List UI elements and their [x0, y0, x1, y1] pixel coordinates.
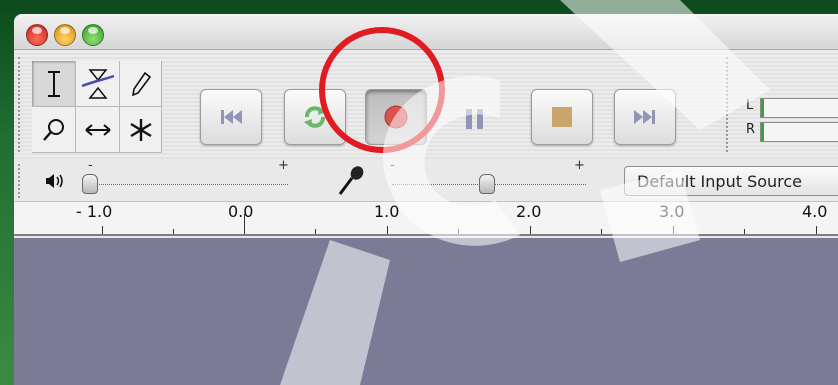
zoom-tool-button[interactable] — [32, 107, 76, 153]
meter-grip[interactable] — [726, 57, 732, 152]
ruler-zero-tick — [244, 214, 245, 234]
ruler-label: 3.0 — [659, 202, 685, 221]
pause-bar-icon — [477, 109, 483, 129]
ruler-label: 4.0 — [802, 202, 828, 221]
timeshift-tool-button[interactable] — [76, 107, 120, 153]
output-volume-track[interactable] — [90, 184, 288, 186]
multi-tool-button[interactable] — [120, 107, 162, 153]
left-channel-label: L — [746, 98, 754, 113]
double-arrow-icon — [84, 123, 111, 136]
left-meter-bar — [760, 98, 838, 118]
ruler-major-tick — [816, 226, 817, 234]
close-window-button[interactable] — [26, 24, 48, 46]
toolbar-grip[interactable] — [18, 57, 24, 152]
right-channel-label: R — [746, 122, 756, 137]
mixer-toolbar: - + - + Default Input Source — [14, 158, 838, 202]
output-volume-icon — [46, 174, 63, 188]
magnifier-icon — [42, 118, 64, 141]
pause-button[interactable] — [466, 109, 496, 129]
output-max-label: + — [278, 158, 289, 173]
input-source-select[interactable]: Default Input Source — [624, 166, 838, 196]
input-volume-slider[interactable] — [479, 174, 495, 194]
ruler-major-tick — [530, 226, 531, 234]
pencil-icon — [131, 71, 151, 96]
skip-to-start-button[interactable] — [200, 89, 262, 145]
envelope-icon — [81, 68, 114, 99]
ruler-major-tick — [673, 226, 674, 234]
record-highlight-circle — [319, 27, 445, 153]
desktop-background: L R - + - + Default Input Source - 1.0 0… — [0, 0, 838, 385]
minimize-window-button[interactable] — [54, 24, 76, 46]
skip-to-end-icon — [634, 110, 655, 124]
ruler-label: 2.0 — [516, 202, 542, 221]
input-max-label: + — [574, 158, 585, 173]
ruler-minor-tick — [458, 229, 459, 234]
skip-to-start-icon — [221, 110, 242, 124]
input-min-label: - — [390, 158, 395, 173]
mixer-grip[interactable] — [18, 164, 24, 198]
zoom-window-button[interactable] — [82, 24, 104, 46]
envelope-tool-button[interactable] — [76, 61, 120, 107]
track-area[interactable] — [14, 238, 838, 385]
microphone-icon — [338, 166, 364, 195]
selection-tool-button[interactable] — [32, 61, 76, 107]
ruler-minor-tick — [315, 229, 316, 234]
tools-palette — [32, 61, 162, 153]
i-beam-icon — [47, 70, 60, 97]
draw-tool-button[interactable] — [120, 61, 162, 107]
pause-bar-icon — [466, 109, 472, 129]
ruler-label: 1.0 — [374, 202, 400, 221]
output-volume-slider[interactable] — [82, 174, 98, 194]
ruler-major-tick — [102, 226, 103, 234]
ruler-minor-tick — [173, 229, 174, 234]
ruler-label: - 1.0 — [76, 202, 113, 221]
asterisk-icon — [129, 118, 152, 141]
stop-button[interactable] — [531, 89, 593, 145]
right-channel-meter: R — [744, 120, 838, 142]
output-min-label: - — [88, 158, 93, 173]
right-meter-bar — [760, 122, 838, 142]
timeline-ruler[interactable]: - 1.0 0.0 1.0 2.0 3.0 4.0 — [14, 202, 838, 236]
skip-to-end-button[interactable] — [614, 89, 676, 145]
ruler-minor-tick — [601, 229, 602, 234]
left-channel-meter: L — [744, 96, 838, 118]
ruler-major-tick — [387, 226, 388, 234]
ruler-minor-tick — [744, 229, 745, 234]
stop-icon — [552, 107, 572, 127]
ruler-label: 0.0 — [228, 202, 254, 221]
